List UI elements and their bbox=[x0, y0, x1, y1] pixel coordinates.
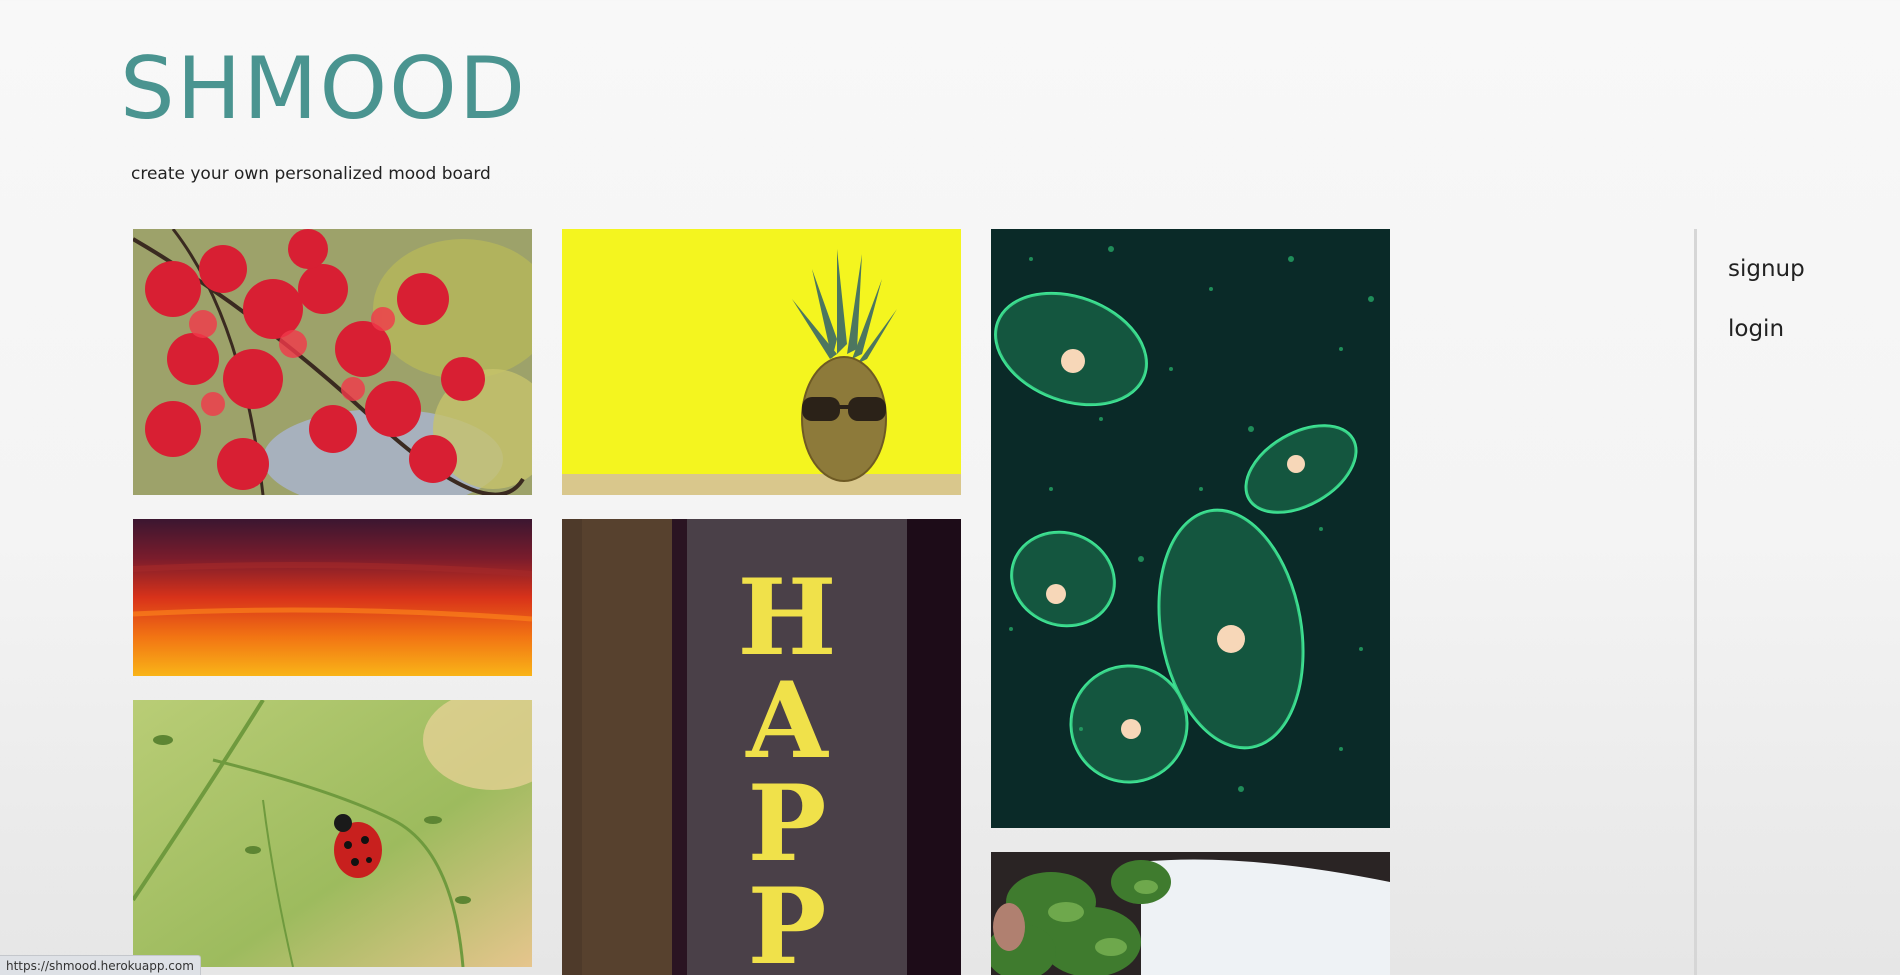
mood-tile-happy-sign[interactable]: H A P P bbox=[562, 519, 961, 975]
mood-tile-ladybug[interactable] bbox=[133, 700, 532, 967]
mood-tile-jellyfish[interactable] bbox=[991, 229, 1390, 828]
sunset-sky-photo bbox=[133, 519, 532, 676]
svg-text:P: P bbox=[748, 864, 827, 975]
green-jellyfish-photo bbox=[991, 229, 1390, 828]
mood-tile-herbs[interactable] bbox=[991, 852, 1390, 975]
pineapple-sunglasses-photo bbox=[562, 229, 961, 495]
login-link[interactable]: login bbox=[1728, 316, 1784, 342]
happy-sign-photo: H A P P bbox=[562, 519, 961, 975]
app-tagline: create your own personalized mood board bbox=[131, 164, 491, 184]
red-maple-leaves-photo bbox=[133, 229, 532, 495]
green-herbs-photo bbox=[991, 852, 1390, 975]
signup-link[interactable]: signup bbox=[1728, 256, 1805, 282]
side-nav: signup login bbox=[1694, 229, 1900, 975]
ladybug-grass-photo bbox=[133, 700, 532, 967]
mood-tile-maple-leaves[interactable] bbox=[133, 229, 532, 495]
status-bar-url: https://shmood.herokuapp.com bbox=[0, 955, 201, 975]
mood-tile-pineapple[interactable] bbox=[562, 229, 961, 495]
app-logo-title[interactable]: SHMOOD bbox=[120, 46, 527, 132]
mood-tile-sunset[interactable] bbox=[133, 519, 532, 676]
